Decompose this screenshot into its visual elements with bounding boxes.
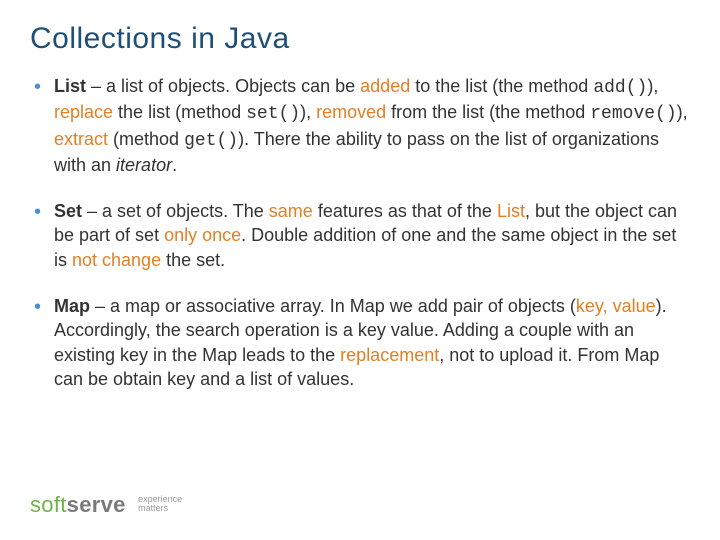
text-segment: replacement [340, 345, 439, 365]
text-segment: features as that of the [313, 201, 497, 221]
text-segment: set() [246, 104, 300, 124]
text-segment: key, value [576, 296, 656, 316]
text-segment: add() [593, 78, 647, 98]
text-segment: List [54, 76, 86, 96]
text-segment: from the list (the method [386, 102, 590, 122]
text-segment: only once [164, 225, 241, 245]
text-segment: to the list (the method [410, 76, 593, 96]
text-segment: get() [184, 131, 238, 151]
text-segment: Set [54, 201, 82, 221]
slide: Collections in Java List – a list of obj… [0, 0, 720, 540]
text-segment: the set. [161, 250, 225, 270]
slide-title: Collections in Java [30, 22, 690, 56]
brand-logo: softserve experience matters [30, 492, 182, 518]
text-segment: ), [647, 76, 658, 96]
bullet-list: List – a list of objects. Objects can be… [30, 74, 690, 391]
text-segment: not change [72, 250, 161, 270]
bullet-list: List – a list of objects. Objects can be… [30, 74, 690, 177]
text-segment: . [172, 155, 177, 175]
brand-logo-serve: serve [67, 492, 126, 517]
text-segment: removed [316, 102, 386, 122]
text-segment: iterator [116, 155, 172, 175]
text-segment: added [360, 76, 410, 96]
text-segment: extract [54, 129, 108, 149]
text-segment: ), [300, 102, 316, 122]
brand-logo-soft: soft [30, 492, 67, 517]
brand-logo-tagline: experience matters [138, 495, 182, 514]
text-segment: replace [54, 102, 113, 122]
text-segment: List [497, 201, 525, 221]
text-segment: Map [54, 296, 90, 316]
brand-logo-text: softserve [30, 492, 132, 517]
text-segment: ), [677, 102, 688, 122]
text-segment: – a map or associative array. In Map we … [90, 296, 576, 316]
brand-logo-tag2: matters [138, 503, 168, 513]
text-segment: (method [108, 129, 184, 149]
text-segment: remove() [590, 104, 676, 124]
text-segment: – a list of objects. Objects can be [86, 76, 360, 96]
text-segment: same [269, 201, 313, 221]
text-segment: – a set of objects. The [82, 201, 269, 221]
text-segment: the list (method [113, 102, 246, 122]
bullet-map: Map – a map or associative array. In Map… [30, 294, 690, 391]
bullet-set: Set – a set of objects. The same feature… [30, 199, 690, 272]
